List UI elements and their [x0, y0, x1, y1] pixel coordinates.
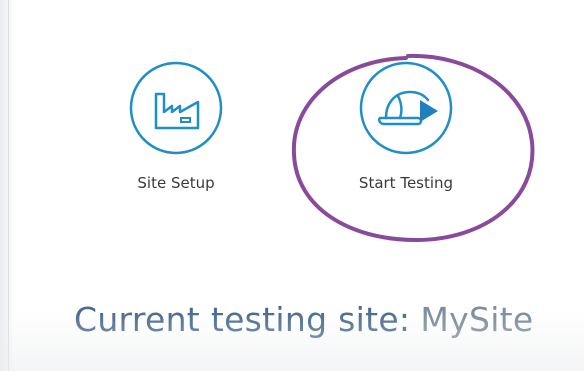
- start-testing-button[interactable]: Start Testing: [341, 60, 471, 192]
- hardhat-play-icon: [359, 61, 453, 155]
- factory-icon: [129, 61, 223, 155]
- window-left-edge: [0, 0, 14, 371]
- current-site-label: Current testing site:: [74, 300, 411, 339]
- site-setup-label: Site Setup: [137, 174, 215, 192]
- current-testing-site: Current testing site: MySite: [74, 300, 534, 339]
- start-testing-label: Start Testing: [358, 174, 454, 192]
- window-left-border: [8, 0, 9, 371]
- current-site-value: MySite: [420, 300, 534, 339]
- site-setup-button[interactable]: Site Setup: [118, 60, 234, 192]
